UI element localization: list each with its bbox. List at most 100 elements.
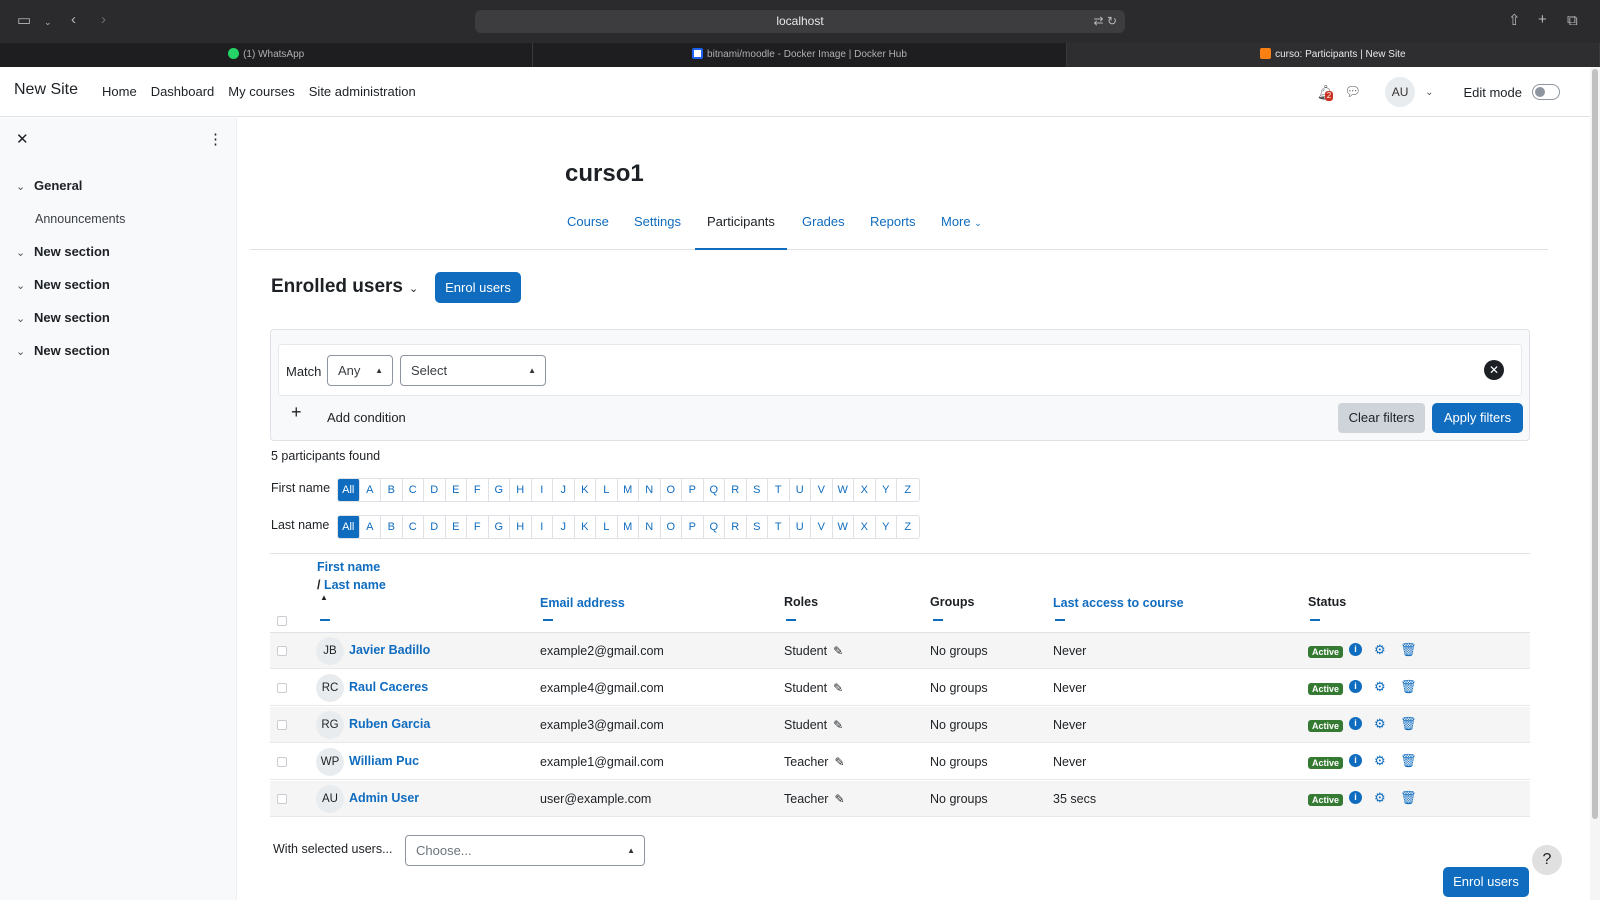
edit-mode-toggle[interactable] xyxy=(1532,84,1560,100)
initial-letter-h[interactable]: H xyxy=(510,479,532,501)
initial-letter-m[interactable]: M xyxy=(618,479,639,501)
initial-letter-w[interactable]: W xyxy=(833,479,854,501)
initial-letter-r[interactable]: R xyxy=(725,479,747,501)
hide-column-icon[interactable] xyxy=(1055,619,1065,621)
initial-letter-x[interactable]: X xyxy=(854,516,876,538)
row-checkbox[interactable] xyxy=(277,683,287,693)
initial-letter-y[interactable]: Y xyxy=(876,516,897,538)
initial-letter-j[interactable]: J xyxy=(553,516,575,538)
new-tab-icon[interactable]: + xyxy=(1538,10,1547,30)
tab-reports[interactable]: Reports xyxy=(870,208,916,250)
initial-letter-o[interactable]: O xyxy=(661,479,682,501)
condition-type-select[interactable]: Select ▲ xyxy=(400,355,546,386)
initial-letter-p[interactable]: P xyxy=(682,516,704,538)
initial-letter-g[interactable]: G xyxy=(489,516,510,538)
initial-letter-x[interactable]: X xyxy=(854,479,876,501)
reload-icon[interactable]: ↻ xyxy=(1107,14,1117,28)
info-icon[interactable]: i xyxy=(1349,680,1362,693)
chevron-down-icon[interactable]: ⌄ xyxy=(44,12,52,32)
pencil-icon[interactable]: ✎ xyxy=(833,644,843,658)
nav-dashboard[interactable]: Dashboard xyxy=(151,84,215,99)
chevron-down-icon[interactable]: ⌄ xyxy=(1425,87,1433,98)
trash-icon[interactable]: 🗑︎ xyxy=(1400,790,1417,806)
hide-column-icon[interactable] xyxy=(933,619,943,621)
initial-letter-e[interactable]: E xyxy=(446,479,467,501)
tab-course[interactable]: Course xyxy=(567,208,609,250)
initial-letter-h[interactable]: H xyxy=(510,516,532,538)
more-options-icon[interactable]: ⋮ xyxy=(208,130,223,148)
row-checkbox[interactable] xyxy=(277,794,287,804)
initial-letter-t[interactable]: T xyxy=(768,479,790,501)
initial-letter-g[interactable]: G xyxy=(489,479,510,501)
initial-letter-v[interactable]: V xyxy=(811,516,833,538)
hide-column-icon[interactable] xyxy=(543,619,553,621)
initial-letter-b[interactable]: B xyxy=(381,516,403,538)
initial-letter-u[interactable]: U xyxy=(790,516,811,538)
initial-letter-q[interactable]: Q xyxy=(704,516,725,538)
drawer-section-new-section-3[interactable]: ⌄ New section xyxy=(16,310,110,325)
row-checkbox[interactable] xyxy=(277,720,287,730)
nav-site-administration[interactable]: Site administration xyxy=(309,84,416,99)
initial-letter-z[interactable]: Z xyxy=(897,516,919,538)
initial-letter-r[interactable]: R xyxy=(725,516,747,538)
chevron-down-icon[interactable]: ⌄ xyxy=(16,279,34,292)
gear-icon[interactable]: ⚙ xyxy=(1374,790,1386,806)
initial-letter-all[interactable]: All xyxy=(338,479,360,501)
back-icon[interactable]: ‹ xyxy=(71,10,76,30)
initial-letter-s[interactable]: S xyxy=(747,479,768,501)
initial-letter-l[interactable]: L xyxy=(596,516,618,538)
chevron-down-icon[interactable]: ⌄ xyxy=(16,180,34,193)
initial-letter-b[interactable]: B xyxy=(381,479,403,501)
translate-icon[interactable]: ⇄ xyxy=(1094,14,1104,28)
add-condition-button[interactable]: Add condition xyxy=(327,410,406,425)
initial-letter-t[interactable]: T xyxy=(768,516,790,538)
initial-letter-u[interactable]: U xyxy=(790,479,811,501)
trash-icon[interactable]: 🗑︎ xyxy=(1400,679,1417,695)
hide-column-icon[interactable] xyxy=(1310,619,1320,621)
initial-letter-e[interactable]: E xyxy=(446,516,467,538)
initial-letter-c[interactable]: C xyxy=(403,479,424,501)
enrol-users-bottom-button[interactable]: Enrol users xyxy=(1443,867,1529,897)
browser-tab-dockerhub[interactable]: bitnami/moodle - Docker Image | Docker H… xyxy=(533,43,1067,67)
drawer-section-new-section-4[interactable]: ⌄ New section xyxy=(16,343,110,358)
initial-letter-n[interactable]: N xyxy=(639,516,661,538)
pencil-icon[interactable]: ✎ xyxy=(834,755,844,769)
initial-letter-c[interactable]: C xyxy=(403,516,424,538)
nav-home[interactable]: Home xyxy=(102,84,137,99)
info-icon[interactable]: i xyxy=(1349,791,1362,804)
trash-icon[interactable]: 🗑︎ xyxy=(1400,716,1417,732)
initial-letter-d[interactable]: D xyxy=(424,479,446,501)
share-icon[interactable]: ⇧ xyxy=(1508,11,1521,31)
trash-icon[interactable]: 🗑︎ xyxy=(1400,642,1417,658)
info-icon[interactable]: i xyxy=(1349,717,1362,730)
gear-icon[interactable]: ⚙ xyxy=(1374,642,1386,658)
initial-letter-i[interactable]: I xyxy=(532,516,553,538)
scrollbar-thumb[interactable] xyxy=(1592,69,1598,819)
tab-more[interactable]: More ⌄ xyxy=(941,208,982,250)
messages-icon[interactable]: 💬︎ xyxy=(1345,84,1362,100)
initial-letter-w[interactable]: W xyxy=(833,516,854,538)
address-bar[interactable]: localhost ⇄ ↻ xyxy=(475,10,1125,33)
row-checkbox[interactable] xyxy=(277,646,287,656)
drawer-item-announcements[interactable]: Announcements xyxy=(35,212,125,226)
close-icon[interactable]: ✕ xyxy=(16,130,29,148)
sidebar-toggle-icon[interactable]: ▭ xyxy=(17,11,31,31)
notifications-button[interactable]: 🔔︎ 2 xyxy=(1317,84,1335,101)
initial-letter-n[interactable]: N xyxy=(639,479,661,501)
gear-icon[interactable]: ⚙ xyxy=(1374,716,1386,732)
participants-page-selector[interactable]: Enrolled users ⌄ xyxy=(271,276,418,298)
initial-letter-f[interactable]: F xyxy=(467,516,489,538)
initial-letter-m[interactable]: M xyxy=(618,516,639,538)
row-checkbox[interactable] xyxy=(277,757,287,767)
column-header-email[interactable]: Email address xyxy=(540,596,625,610)
initial-letter-a[interactable]: A xyxy=(360,516,381,538)
forward-icon[interactable]: › xyxy=(101,10,106,30)
initial-letter-all[interactable]: All xyxy=(338,516,360,538)
column-header-last-access[interactable]: Last access to course xyxy=(1053,596,1184,610)
pencil-icon[interactable]: ✎ xyxy=(834,792,844,806)
site-name[interactable]: New Site xyxy=(14,81,78,99)
user-avatar[interactable]: AU xyxy=(1385,77,1416,107)
chevron-down-icon[interactable]: ⌄ xyxy=(16,246,34,259)
tab-grades[interactable]: Grades xyxy=(802,208,845,250)
user-name-link[interactable]: Ruben Garcia xyxy=(349,717,430,731)
